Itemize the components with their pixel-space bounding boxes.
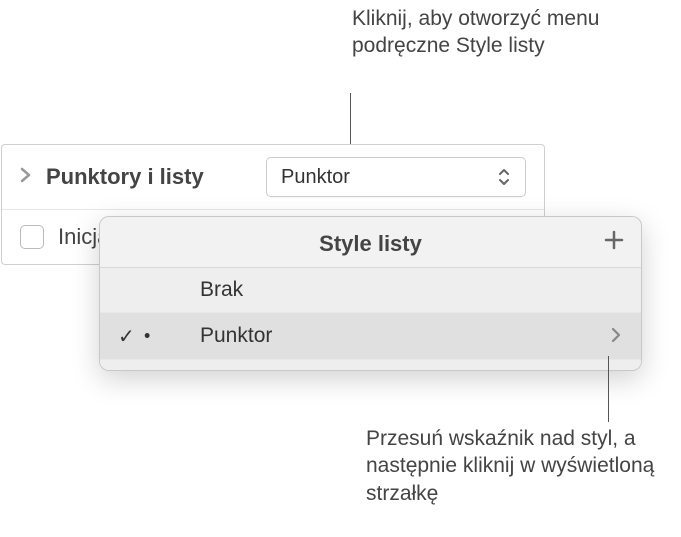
popover-title: Style listy [319, 231, 422, 256]
chevron-right-icon[interactable] [611, 323, 621, 349]
list-style-item-bullet[interactable]: ✓ • Punktor [100, 313, 641, 360]
callout-line-bottom [608, 356, 609, 422]
list-styles-popover: Style listy Brak ✓ • Punktor [99, 216, 642, 371]
bullets-lists-row: Punktory i listy Punktor [2, 145, 544, 210]
list-item-label: Brak [120, 278, 621, 302]
callout-bottom: Przesuń wskaźnik nad styl, a następnie k… [366, 425, 676, 507]
dropcap-checkbox[interactable] [20, 225, 44, 249]
section-label: Punktory i listy [46, 164, 204, 190]
bullet-icon: • [144, 326, 150, 347]
popover-header: Style listy [100, 217, 641, 268]
callout-top: Kliknij, aby otworzyć menu podręczne Sty… [352, 5, 681, 60]
add-style-button[interactable] [603, 227, 625, 257]
chevron-right-icon[interactable] [20, 167, 32, 188]
dropdown-value: Punktor [281, 166, 350, 189]
checkmark-icon: ✓ [118, 324, 135, 349]
list-item-label: Punktor [160, 324, 611, 348]
list-style-item-none[interactable]: Brak [100, 268, 641, 313]
list-style-item-cutoff [100, 360, 641, 370]
list-style-dropdown[interactable]: Punktor [266, 157, 526, 197]
updown-icon [497, 167, 511, 187]
